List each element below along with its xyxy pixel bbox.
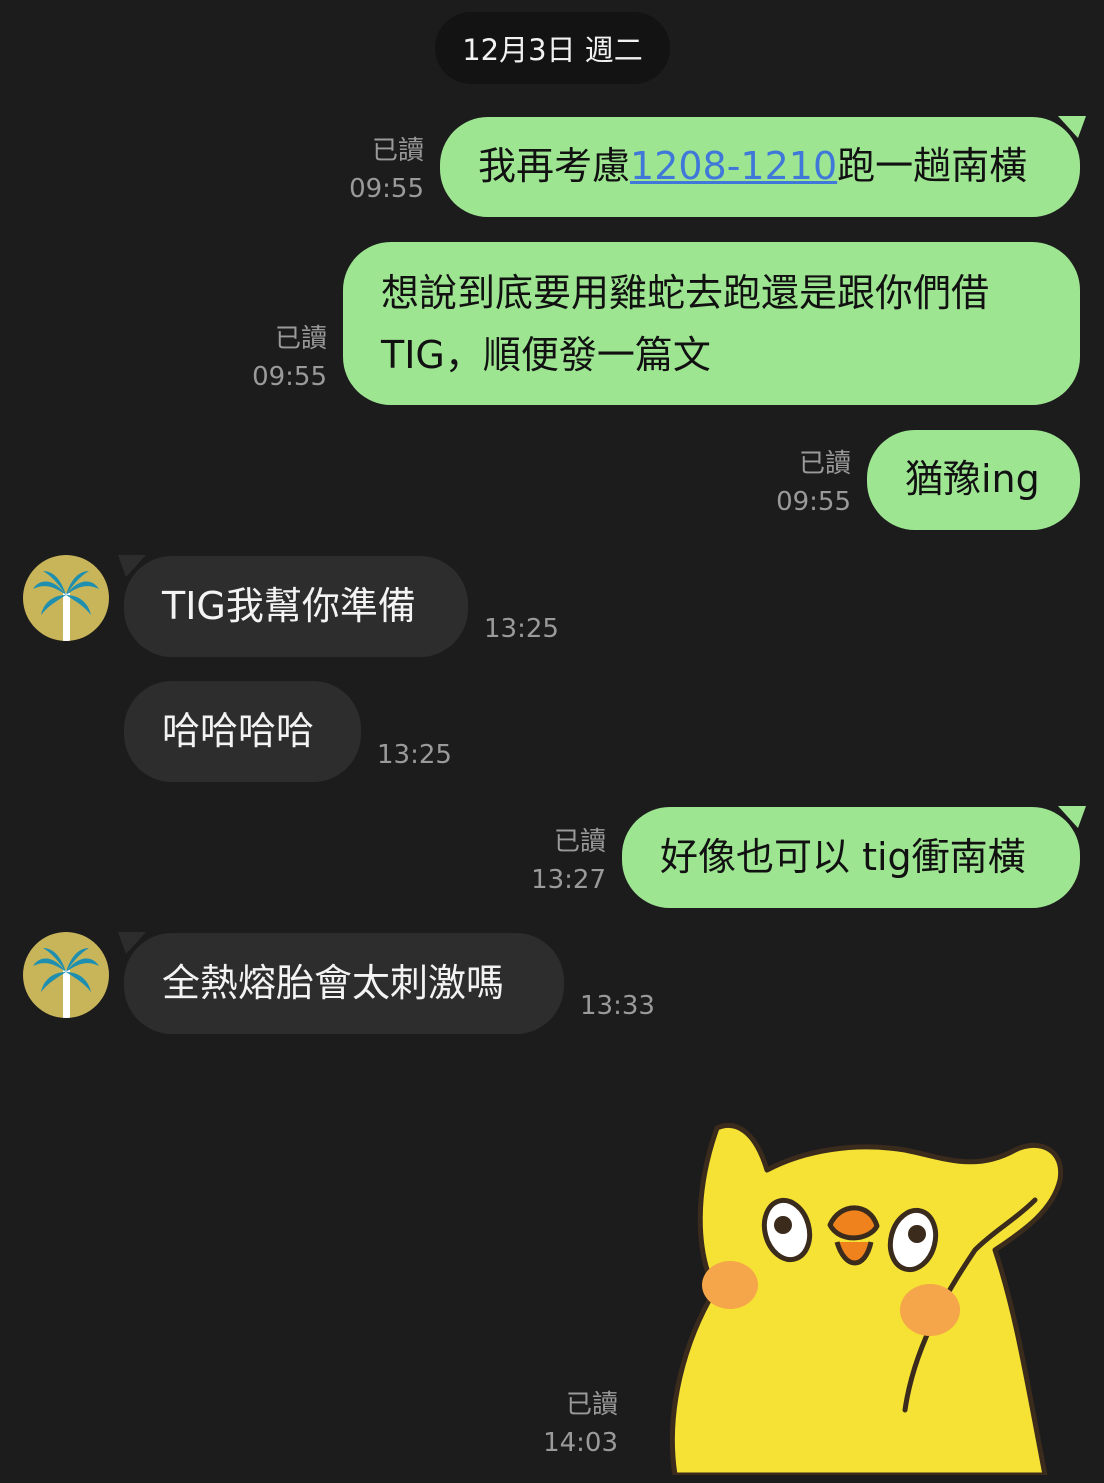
read-receipt: 已讀 14:03: [524, 1386, 618, 1462]
read-label: 已讀: [565, 1390, 618, 1420]
message-time: 13:33: [580, 991, 655, 1021]
read-label: 已讀: [274, 324, 327, 354]
contact-avatar[interactable]: [23, 932, 109, 1018]
message-text: 全熱熔胎會太刺激嗎: [162, 961, 505, 1005]
outgoing-message[interactable]: 好像也可以 tig衝南橫: [622, 807, 1080, 908]
message-time: 09:55: [349, 174, 424, 204]
message-time: 14:03: [543, 1428, 618, 1458]
read-receipt: 已讀 09:55: [757, 445, 851, 521]
message-text: 想說到底要用雞蛇去跑還是跟你們借: [381, 271, 990, 315]
incoming-message[interactable]: 全熱熔胎會太刺激嗎: [124, 933, 564, 1034]
message-time: 09:55: [776, 487, 851, 517]
read-label: 已讀: [371, 136, 424, 166]
read-receipt: 已讀 09:55: [233, 320, 327, 396]
outgoing-message[interactable]: 想說到底要用雞蛇去跑還是跟你們借 TIG，順便發一篇文: [343, 242, 1080, 405]
message-text: TIG我幫你準備: [162, 584, 416, 628]
message-text: 我再考慮: [478, 144, 631, 188]
read-receipt: 已讀 13:27: [512, 823, 606, 899]
message-time: 13:27: [531, 865, 606, 895]
outgoing-message[interactable]: 我再考慮1208-1210跑一趟南橫: [440, 117, 1080, 217]
message-time: 13:25: [377, 740, 452, 770]
message-text: TIG，順便發一篇文: [381, 333, 711, 377]
contact-avatar[interactable]: [23, 555, 109, 641]
palm-tree-avatar-icon: [33, 948, 99, 1018]
read-receipt: 已讀 09:55: [330, 132, 424, 208]
date-divider: 12月3日 週二: [435, 12, 670, 84]
message-text: 哈哈哈哈: [162, 709, 315, 753]
message-time: 13:25: [484, 614, 559, 644]
message-time: 09:55: [252, 362, 327, 392]
read-label: 已讀: [553, 827, 606, 857]
message-text: 猶豫ing: [905, 457, 1040, 501]
incoming-message[interactable]: TIG我幫你準備: [124, 556, 468, 657]
message-text: 好像也可以 tig衝南橫: [660, 835, 1026, 879]
incoming-message[interactable]: 哈哈哈哈: [124, 681, 361, 782]
outgoing-message[interactable]: 猶豫ing: [867, 430, 1080, 530]
palm-tree-avatar-icon: [33, 571, 99, 641]
bird-sticker-icon: [669, 1122, 1064, 1478]
message-text: 跑一趟南橫: [837, 144, 1028, 188]
read-label: 已讀: [798, 449, 851, 479]
date-range-link[interactable]: 1208-1210: [630, 144, 837, 188]
yellow-bird-sticker[interactable]: [655, 1110, 1075, 1478]
